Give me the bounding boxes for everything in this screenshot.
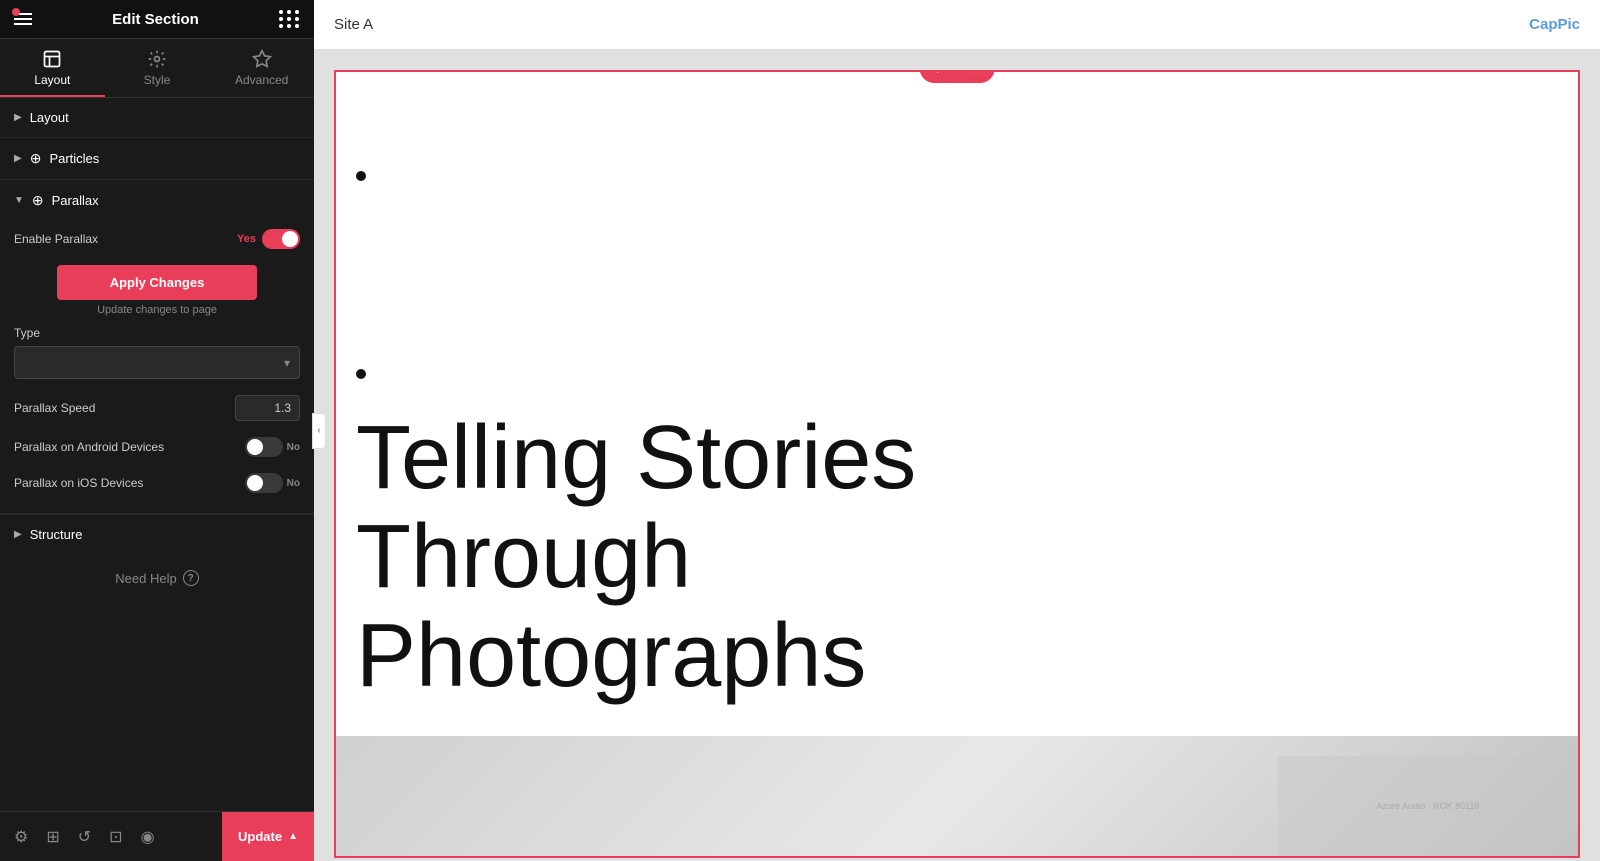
collapse-panel-button[interactable]: ‹ [312, 413, 326, 449]
edit-section-frame: + ⠿ × Telling Stories Through Photograph… [334, 70, 1580, 858]
tab-advanced[interactable]: Advanced [209, 39, 314, 97]
toggle-knob [282, 231, 298, 247]
tab-advanced-label: Advanced [235, 73, 288, 87]
parallax-android-row: Parallax on Android Devices No [0, 429, 314, 465]
parallax-ios-row: Parallax on iOS Devices No [0, 465, 314, 501]
section-content: Telling Stories Through Photographs [336, 72, 1578, 736]
panel-tabs: Layout Style Advanced [0, 39, 314, 98]
image-placeholder: Azure Audio · ROK 80119 [1377, 801, 1480, 811]
help-icon: ? [183, 570, 199, 586]
section-parallax: ▼ ⊕ Parallax Enable Parallax Yes Apply C… [0, 180, 314, 514]
section-structure[interactable]: ▶ Structure [0, 514, 314, 554]
parallax-android-toggle[interactable] [245, 437, 283, 457]
add-section-button[interactable]: + [932, 70, 944, 79]
canvas-area: + ⠿ × Telling Stories Through Photograph… [314, 50, 1600, 861]
toolbar-icons: ⚙ ⊞ ↺ ⊡ ◉ [0, 827, 222, 847]
section-parallax-label: Parallax [52, 193, 99, 208]
image-overlay: Azure Audio · ROK 80119 [1278, 756, 1578, 856]
right-canvas: Site A CapPic + ⠿ × Te [314, 0, 1600, 861]
enable-parallax-row: Enable Parallax Yes [0, 221, 314, 257]
left-panel: Edit Section Layout Style [0, 0, 314, 861]
parallax-android-label: Parallax on Android Devices [14, 440, 164, 454]
update-chevron-icon: ▲ [288, 831, 298, 842]
enable-parallax-label: Enable Parallax [14, 232, 98, 246]
parallax-speed-label: Parallax Speed [14, 401, 95, 415]
update-label: Update [238, 829, 282, 844]
status-dot [12, 8, 20, 16]
content-line1 [356, 112, 1558, 409]
chevron-right-icon: ▶ [14, 112, 22, 123]
apply-changes-button[interactable]: Apply Changes [57, 265, 257, 300]
parallax-android-toggle-wrapper: No [245, 437, 300, 457]
enable-parallax-toggle[interactable] [262, 229, 300, 249]
site-title: Site A [334, 16, 373, 33]
dot-decoration-2 [356, 369, 366, 379]
panel-title: Edit Section [32, 11, 279, 28]
move-section-button[interactable]: ⠿ [950, 70, 964, 79]
section-particles[interactable]: ▶ ⊕ Particles [0, 138, 314, 180]
android-toggle-knob [247, 439, 263, 455]
content-text-1: Telling Stories [356, 409, 1558, 508]
update-button[interactable]: Update ▲ [222, 812, 314, 861]
tab-layout-label: Layout [34, 73, 70, 87]
parallax-speed-row: Parallax Speed [0, 387, 314, 429]
ios-toggle-label: No [287, 478, 300, 489]
parallax-ios-label: Parallax on iOS Devices [14, 476, 143, 490]
layers-icon[interactable]: ⊞ [46, 827, 59, 847]
type-select-wrapper: Scroll Mouse ▾ [14, 346, 300, 379]
panel-header: Edit Section [0, 0, 314, 39]
apply-changes-wrapper: Apply Changes Update changes to page [0, 257, 314, 320]
canvas-topbar: Site A CapPic [314, 0, 1600, 50]
chevron-right-icon-particles: ▶ [14, 153, 22, 164]
close-section-button[interactable]: × [970, 70, 982, 79]
brand-logo: CapPic [1529, 16, 1580, 33]
need-help-label: Need Help [115, 571, 176, 586]
tab-style-label: Style [144, 73, 171, 87]
section-layout-label: Layout [30, 110, 69, 125]
tab-layout[interactable]: Layout [0, 39, 105, 97]
parallax-ios-toggle[interactable] [245, 473, 283, 493]
type-label: Type [14, 326, 300, 340]
enable-parallax-toggle-wrapper: Yes [237, 229, 300, 249]
ios-toggle-knob [247, 475, 263, 491]
section-floating-toolbar: + ⠿ × [920, 70, 995, 83]
type-select[interactable]: Scroll Mouse [14, 346, 300, 379]
content-text-3: Photographs [356, 607, 1558, 706]
chevron-right-icon-structure: ▶ [14, 529, 22, 540]
section-structure-label: Structure [30, 527, 83, 542]
toggle-yes-label: Yes [237, 233, 256, 245]
android-toggle-label: No [287, 442, 300, 453]
section-layout[interactable]: ▶ Layout [0, 98, 314, 138]
grid-icon[interactable] [279, 10, 300, 28]
need-help-row[interactable]: Need Help ? [0, 554, 314, 602]
type-section: Type Scroll Mouse ▾ [0, 320, 314, 387]
content-text-2: Through [356, 508, 1558, 607]
parallax-header[interactable]: ▼ ⊕ Parallax [0, 180, 314, 221]
panel-content: ▶ Layout ▶ ⊕ Particles ▼ ⊕ Parallax Enab… [0, 98, 314, 861]
dot-decoration-1 [356, 171, 366, 181]
panel-bottom-toolbar: ⚙ ⊞ ↺ ⊡ ◉ Update ▲ [0, 811, 314, 861]
tab-style[interactable]: Style [105, 39, 210, 97]
chevron-down-icon: ▼ [14, 195, 24, 206]
section-particles-label: Particles [49, 151, 99, 166]
parallax-speed-input[interactable] [235, 395, 300, 421]
parallax-icon: ⊕ [32, 192, 44, 209]
particles-icon: ⊕ [30, 150, 42, 167]
settings-icon[interactable]: ⚙ [14, 827, 28, 847]
history-icon[interactable]: ↺ [78, 827, 91, 847]
parallax-ios-toggle-wrapper: No [245, 473, 300, 493]
preview-icon[interactable]: ◉ [141, 827, 155, 847]
apply-hint-text: Update changes to page [97, 304, 217, 316]
template-icon[interactable]: ⊡ [109, 827, 122, 847]
section-image-area: Azure Audio · ROK 80119 [336, 736, 1578, 856]
